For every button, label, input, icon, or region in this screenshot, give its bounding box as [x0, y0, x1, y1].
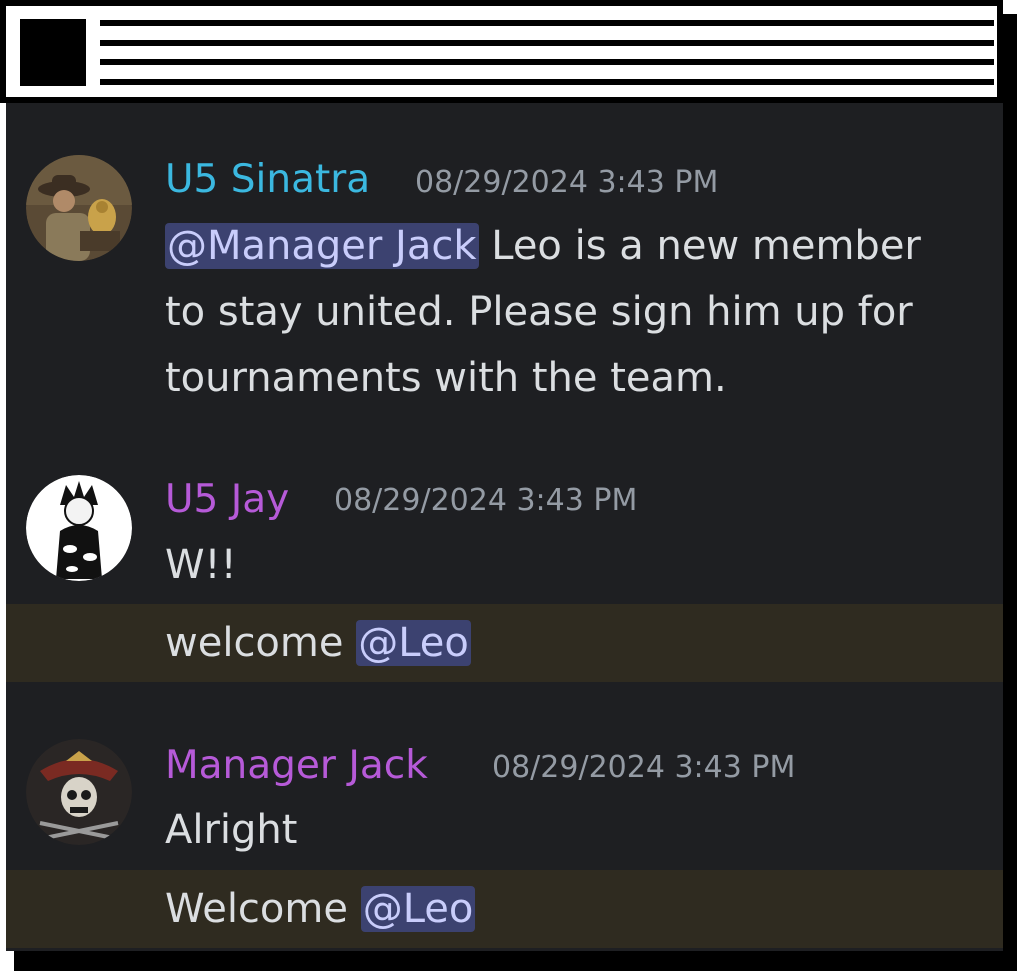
- user-avatar[interactable]: [26, 475, 132, 581]
- message-timestamp: 08/29/2024 3:43 PM: [415, 165, 719, 200]
- mention-highlight-row: [6, 870, 1003, 948]
- user-mention[interactable]: @Manager Jack: [165, 223, 479, 269]
- redacted-header: [0, 0, 1003, 103]
- anime-ninja-avatar-icon: [26, 475, 132, 581]
- user-avatar[interactable]: [26, 155, 132, 261]
- user-avatar[interactable]: [26, 739, 132, 845]
- message-text: Leo is a new member: [478, 223, 921, 269]
- redaction-line: [100, 40, 994, 46]
- redacted-header-inner: [6, 6, 997, 97]
- redaction-line: [100, 20, 994, 26]
- message-line: @Manager Jack Leo is a new member: [165, 213, 921, 279]
- message-timestamp: 08/29/2024 3:43 PM: [334, 483, 638, 518]
- message-text: welcome: [165, 620, 357, 666]
- adventurer-avatar-icon: [26, 155, 132, 261]
- redaction-line: [100, 79, 994, 85]
- redaction-block: [20, 19, 86, 86]
- username[interactable]: Manager Jack: [165, 743, 428, 788]
- user-mention[interactable]: @Leo: [360, 886, 476, 932]
- message-line: Welcome @Leo: [165, 876, 476, 942]
- chat-message-list: U5 Sinatra 08/29/2024 3:43 PM @Manager J…: [6, 103, 1003, 951]
- message-line: tournaments with the team.: [165, 355, 727, 401]
- message-line: W!!: [165, 542, 237, 588]
- message-line: Alright: [165, 807, 298, 853]
- username[interactable]: U5 Jay: [165, 477, 289, 522]
- username[interactable]: U5 Sinatra: [165, 157, 370, 202]
- message-line: welcome @Leo: [165, 610, 471, 676]
- pirate-skull-avatar-icon: [26, 739, 132, 845]
- message-line: to stay united. Please sign him up for: [165, 289, 913, 335]
- user-mention[interactable]: @Leo: [356, 620, 471, 666]
- mention-highlight-row: [6, 604, 1003, 682]
- message-text: Welcome: [165, 886, 361, 932]
- message-timestamp: 08/29/2024 3:43 PM: [492, 750, 796, 785]
- redaction-line: [100, 59, 994, 65]
